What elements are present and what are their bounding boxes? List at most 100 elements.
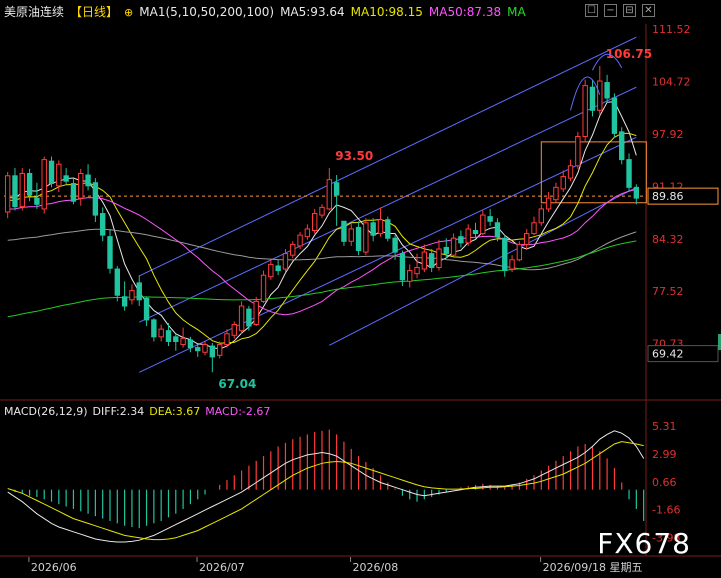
candle-body bbox=[56, 163, 62, 187]
ma-params[interactable]: MA1(5,10,50,200,100) bbox=[139, 5, 274, 19]
macd-tick: 0.66 bbox=[652, 476, 677, 489]
restore-icon[interactable]: ⊟ bbox=[623, 4, 636, 17]
annotation-label: 93.50 bbox=[335, 149, 373, 163]
candle-body bbox=[597, 80, 603, 111]
candle-body bbox=[231, 324, 237, 336]
candle-body bbox=[604, 82, 610, 99]
annotation-label: 106.75 bbox=[606, 47, 652, 61]
candle-body bbox=[465, 228, 471, 244]
candle-body bbox=[275, 265, 281, 272]
candle-body bbox=[392, 237, 398, 253]
maximize-icon[interactable]: ☐ bbox=[585, 4, 598, 17]
candle-body bbox=[450, 237, 457, 256]
candle-body bbox=[319, 206, 325, 216]
macd-panel: 5.312.990.66-1.66-3.98 bbox=[7, 420, 680, 545]
candle-body bbox=[173, 336, 179, 342]
candle-body bbox=[12, 175, 18, 208]
macd-tick: 5.31 bbox=[652, 420, 677, 433]
candle-body bbox=[70, 182, 77, 202]
candle-body bbox=[421, 251, 428, 270]
candle-body bbox=[78, 172, 84, 199]
ma50-value: MA50:87.38 bbox=[428, 5, 502, 19]
candle-body bbox=[151, 319, 157, 338]
candle-body bbox=[282, 253, 289, 270]
candle-body bbox=[531, 222, 537, 235]
candle-body bbox=[216, 344, 223, 356]
date-tick: 2026/07 bbox=[199, 561, 245, 574]
candle-body bbox=[575, 135, 581, 167]
candle-body bbox=[633, 186, 640, 199]
candle-body bbox=[187, 339, 194, 349]
candle-body bbox=[414, 266, 420, 275]
channel-line-0 bbox=[139, 136, 637, 373]
candle-body bbox=[202, 344, 208, 353]
candle-body bbox=[523, 233, 530, 245]
candle-body bbox=[355, 226, 362, 252]
candle-body bbox=[143, 297, 150, 321]
candle-body bbox=[494, 222, 501, 238]
macd-params[interactable]: MACD(26,12,9) bbox=[4, 405, 88, 418]
candle-body bbox=[407, 270, 413, 282]
candle-body bbox=[165, 330, 172, 342]
ma10-value: MA10:98.15 bbox=[350, 5, 423, 19]
candle-body bbox=[158, 328, 164, 338]
candle-body bbox=[260, 274, 267, 302]
candle-body bbox=[538, 208, 545, 224]
candle-body bbox=[560, 176, 566, 190]
candle-body bbox=[34, 197, 40, 205]
candle-body bbox=[48, 160, 55, 184]
ma10-line bbox=[7, 132, 637, 344]
close-icon[interactable]: ✕ bbox=[642, 4, 655, 17]
candle-body bbox=[516, 243, 523, 261]
candles[interactable] bbox=[4, 65, 640, 373]
candle-body bbox=[41, 159, 47, 210]
candle-body bbox=[92, 182, 99, 216]
add-indicator-icon[interactable]: ⊕ bbox=[124, 6, 133, 19]
candle-body bbox=[26, 172, 33, 196]
candle-body bbox=[246, 308, 252, 327]
price-tick: 97.92 bbox=[652, 128, 684, 141]
candle-body bbox=[458, 236, 464, 244]
date-tick: 2026/06 bbox=[31, 561, 77, 574]
candle-body bbox=[611, 97, 618, 134]
price-tick: 111.52 bbox=[652, 23, 691, 36]
time-axis: 2026/06 2026/07 2026/08 2026/09/18 星期五 bbox=[28, 557, 643, 574]
candle-body bbox=[297, 234, 303, 247]
candle-body bbox=[121, 296, 128, 307]
candle-body bbox=[619, 131, 625, 161]
macd-header: MACD(26,12,9) DIFF:2.34 DEA:3.67 MACD:-2.67 bbox=[0, 405, 275, 418]
annotation-label: 67.04 bbox=[218, 377, 256, 391]
candle-body bbox=[180, 337, 186, 346]
candle-body bbox=[480, 214, 486, 235]
kline-chart[interactable]: 67.0493.50106.75 111.52104.7297.9291.128… bbox=[0, 0, 721, 578]
macd-diff-value: DIFF:2.34 bbox=[92, 405, 145, 418]
candle-body bbox=[348, 228, 354, 242]
price-tick: 84.32 bbox=[652, 233, 684, 246]
price-tick: 104.72 bbox=[652, 76, 691, 89]
date-tick: 2026/09/18 星期五 bbox=[543, 561, 643, 574]
candle-body bbox=[509, 259, 515, 270]
instrument-name[interactable]: 美原油连续 bbox=[4, 5, 64, 19]
candle-body bbox=[487, 216, 493, 222]
candle-body bbox=[63, 175, 69, 182]
candle-body bbox=[377, 219, 384, 235]
current-price-label: 89.86 bbox=[652, 190, 684, 203]
candle-body bbox=[363, 222, 369, 253]
candle-body bbox=[114, 268, 121, 296]
candle-body bbox=[370, 222, 376, 236]
candle-body bbox=[238, 305, 245, 332]
candle-body bbox=[385, 219, 391, 239]
low-price-label: 69.42 bbox=[652, 348, 684, 361]
candle-body bbox=[443, 246, 449, 255]
candle-body bbox=[99, 213, 106, 236]
candle-body bbox=[626, 159, 632, 188]
minimize-icon[interactable]: − bbox=[604, 4, 617, 17]
candle-body bbox=[428, 253, 435, 268]
channel-line-1 bbox=[139, 86, 637, 323]
period-selector[interactable]: 【日线】 bbox=[70, 5, 118, 19]
candle-body bbox=[136, 282, 142, 301]
candle-body bbox=[311, 213, 318, 232]
macd-dea-value: DEA:3.67 bbox=[149, 405, 201, 418]
candle-body bbox=[209, 345, 216, 358]
candle-body bbox=[129, 290, 135, 301]
